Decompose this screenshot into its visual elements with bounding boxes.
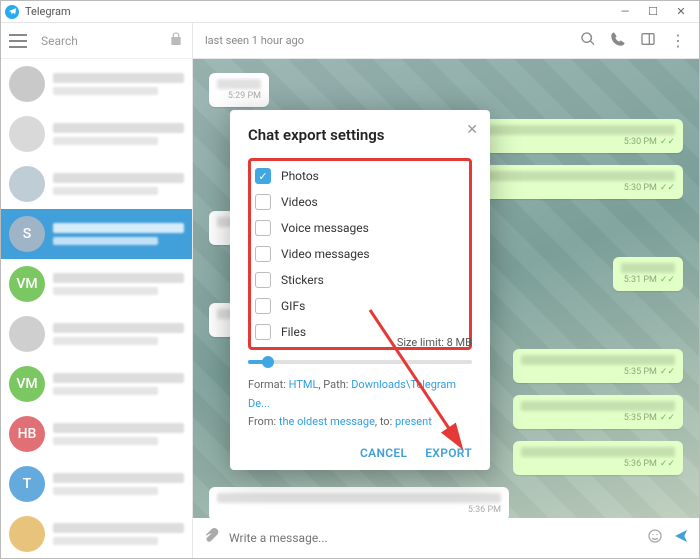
checkbox[interactable]	[255, 246, 271, 262]
option-label: Photos	[281, 169, 319, 183]
path-prefix: , Path:	[318, 378, 351, 391]
dialog-actions: CANCEL EXPORT	[248, 446, 472, 460]
size-limit-label: Size limit: 8 MB	[397, 336, 472, 349]
option-label: Voice messages	[281, 221, 369, 235]
from-prefix: From:	[248, 415, 279, 428]
checkbox[interactable]	[255, 324, 271, 340]
size-limit-slider[interactable]	[248, 360, 472, 364]
export-settings-dialog: ✕ Chat export settings Photos Videos Voice…	[230, 110, 490, 470]
export-option-row[interactable]: Stickers	[255, 267, 463, 293]
format-prefix: Format:	[248, 378, 289, 391]
option-label: Videos	[281, 195, 318, 209]
to-prefix: , to:	[375, 415, 395, 428]
range-line: From: the oldest message, to: present	[248, 413, 472, 432]
dialog-title: Chat export settings	[248, 126, 472, 144]
option-label: GIFs	[281, 299, 305, 313]
export-button[interactable]: EXPORT	[425, 446, 472, 460]
cancel-button[interactable]: CANCEL	[360, 446, 407, 460]
format-link[interactable]: HTML	[289, 378, 319, 391]
checkbox[interactable]	[255, 168, 271, 184]
export-option-row[interactable]: GIFs	[255, 293, 463, 319]
checkbox[interactable]	[255, 298, 271, 314]
dialog-overlay: ✕ Chat export settings Photos Videos Voice…	[0, 0, 700, 559]
checkbox[interactable]	[255, 272, 271, 288]
close-dialog-icon[interactable]: ✕	[466, 122, 478, 138]
option-label: Video messages	[281, 247, 370, 261]
checkbox[interactable]	[255, 220, 271, 236]
export-option-row[interactable]: Photos	[255, 163, 463, 189]
option-label: Stickers	[281, 273, 324, 287]
format-line: Format: HTML, Path: Downloads\Telegram D…	[248, 376, 472, 413]
export-options-group: Photos Videos Voice messages Video messages…	[248, 158, 472, 350]
to-link[interactable]: present	[395, 415, 432, 428]
checkbox[interactable]	[255, 194, 271, 210]
from-link[interactable]: the oldest message	[279, 415, 375, 428]
export-option-row[interactable]: Videos	[255, 189, 463, 215]
export-option-row[interactable]: Voice messages	[255, 215, 463, 241]
option-label: Files	[281, 325, 306, 339]
export-option-row[interactable]: Video messages	[255, 241, 463, 267]
